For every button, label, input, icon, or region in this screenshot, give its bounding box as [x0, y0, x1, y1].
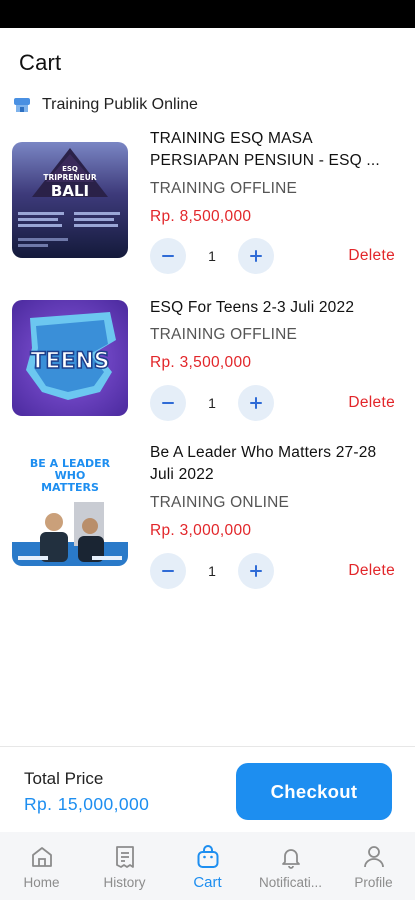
item-thumbnail[interactable]: TEENS	[12, 300, 128, 416]
home-icon	[31, 847, 52, 867]
plus-icon	[250, 250, 262, 262]
checkout-button[interactable]: Checkout	[236, 763, 392, 820]
item-title[interactable]: ESQ For Teens 2-3 Juli 2022	[150, 297, 395, 319]
nav-item-home[interactable]: Home	[0, 832, 83, 900]
thumb-line1: TRIPRENEUR	[43, 173, 97, 182]
total-price-label: Total Price	[24, 769, 104, 788]
increment-button[interactable]	[238, 553, 274, 589]
status-bar	[0, 0, 415, 28]
cart-item: BE A LEADER WHO MATTERS Be A Leader Who …	[0, 440, 415, 590]
nav-label: Home	[23, 875, 60, 890]
shopping-bag-icon	[197, 845, 218, 868]
quantity-value: 1	[208, 563, 216, 579]
nav-item-history[interactable]: History	[83, 832, 166, 900]
minus-icon	[162, 402, 174, 404]
thumb-badge: ESQ	[62, 165, 78, 173]
plus-icon	[250, 397, 262, 409]
store-icon	[14, 98, 30, 112]
item-type: TRAINING OFFLINE	[150, 180, 298, 197]
cart-item: TEENS ESQ For Teens 2-3 Juli 2022 TRAINI…	[0, 296, 415, 426]
item-title[interactable]: Be A Leader Who Matters 27-28 Juli 2022	[150, 442, 395, 486]
thumb-line3: MATTERS	[41, 481, 99, 494]
nav-label: Cart	[193, 874, 222, 891]
item-title[interactable]: TRAINING ESQ MASA PERSIAPAN PENSIUN - ES…	[150, 128, 395, 172]
quantity-value: 1	[208, 248, 216, 264]
bell-icon	[281, 849, 300, 869]
total-price-value: Rp. 15,000,000	[24, 794, 150, 814]
bottom-navigation: Home History Cart Notificati... Profile	[0, 832, 415, 900]
increment-button[interactable]	[238, 385, 274, 421]
page-title: Cart	[19, 50, 62, 75]
minus-icon	[162, 570, 174, 572]
nav-item-notifications[interactable]: Notificati...	[249, 832, 332, 900]
item-price: Rp. 8,500,000	[150, 208, 252, 225]
nav-label: Notificati...	[258, 875, 323, 890]
item-thumbnail[interactable]: ESQ TRIPRENEUR BALI	[12, 142, 128, 258]
cart-footer: Total Price Rp. 15,000,000 Checkout	[0, 746, 415, 832]
nav-label: History	[103, 875, 146, 890]
quantity-stepper: 1 Delete	[150, 553, 395, 589]
decrement-button[interactable]	[150, 385, 186, 421]
store-name: Training Publik Online	[42, 96, 198, 113]
delete-button[interactable]: Delete	[348, 394, 395, 412]
item-type: TRAINING ONLINE	[150, 494, 290, 511]
nav-label: Profile	[354, 875, 393, 890]
quantity-value: 1	[208, 395, 216, 411]
store-header: Training Publik Online	[0, 94, 415, 116]
item-type: TRAINING OFFLINE	[150, 326, 298, 343]
delete-button[interactable]: Delete	[348, 247, 395, 265]
item-price: Rp. 3,000,000	[150, 522, 252, 539]
thumb-title: TEENS	[30, 349, 109, 374]
delete-button[interactable]: Delete	[348, 562, 395, 580]
decrement-button[interactable]	[150, 238, 186, 274]
person-icon	[363, 846, 384, 868]
receipt-icon	[115, 846, 134, 868]
nav-item-cart[interactable]: Cart	[166, 832, 249, 900]
decrement-button[interactable]	[150, 553, 186, 589]
app-header: Cart	[0, 28, 415, 98]
cart-item: ESQ TRIPRENEUR BALI TRAINING ESQ MASA PE…	[0, 126, 415, 276]
quantity-stepper: 1 Delete	[150, 238, 395, 274]
plus-icon	[250, 565, 262, 577]
nav-item-profile[interactable]: Profile	[332, 832, 415, 900]
minus-icon	[162, 255, 174, 257]
item-price: Rp. 3,500,000	[150, 354, 252, 371]
item-thumbnail[interactable]: BE A LEADER WHO MATTERS	[12, 450, 128, 566]
quantity-stepper: 1 Delete	[150, 385, 395, 421]
increment-button[interactable]	[238, 238, 274, 274]
thumb-line2: BALI	[51, 182, 89, 200]
